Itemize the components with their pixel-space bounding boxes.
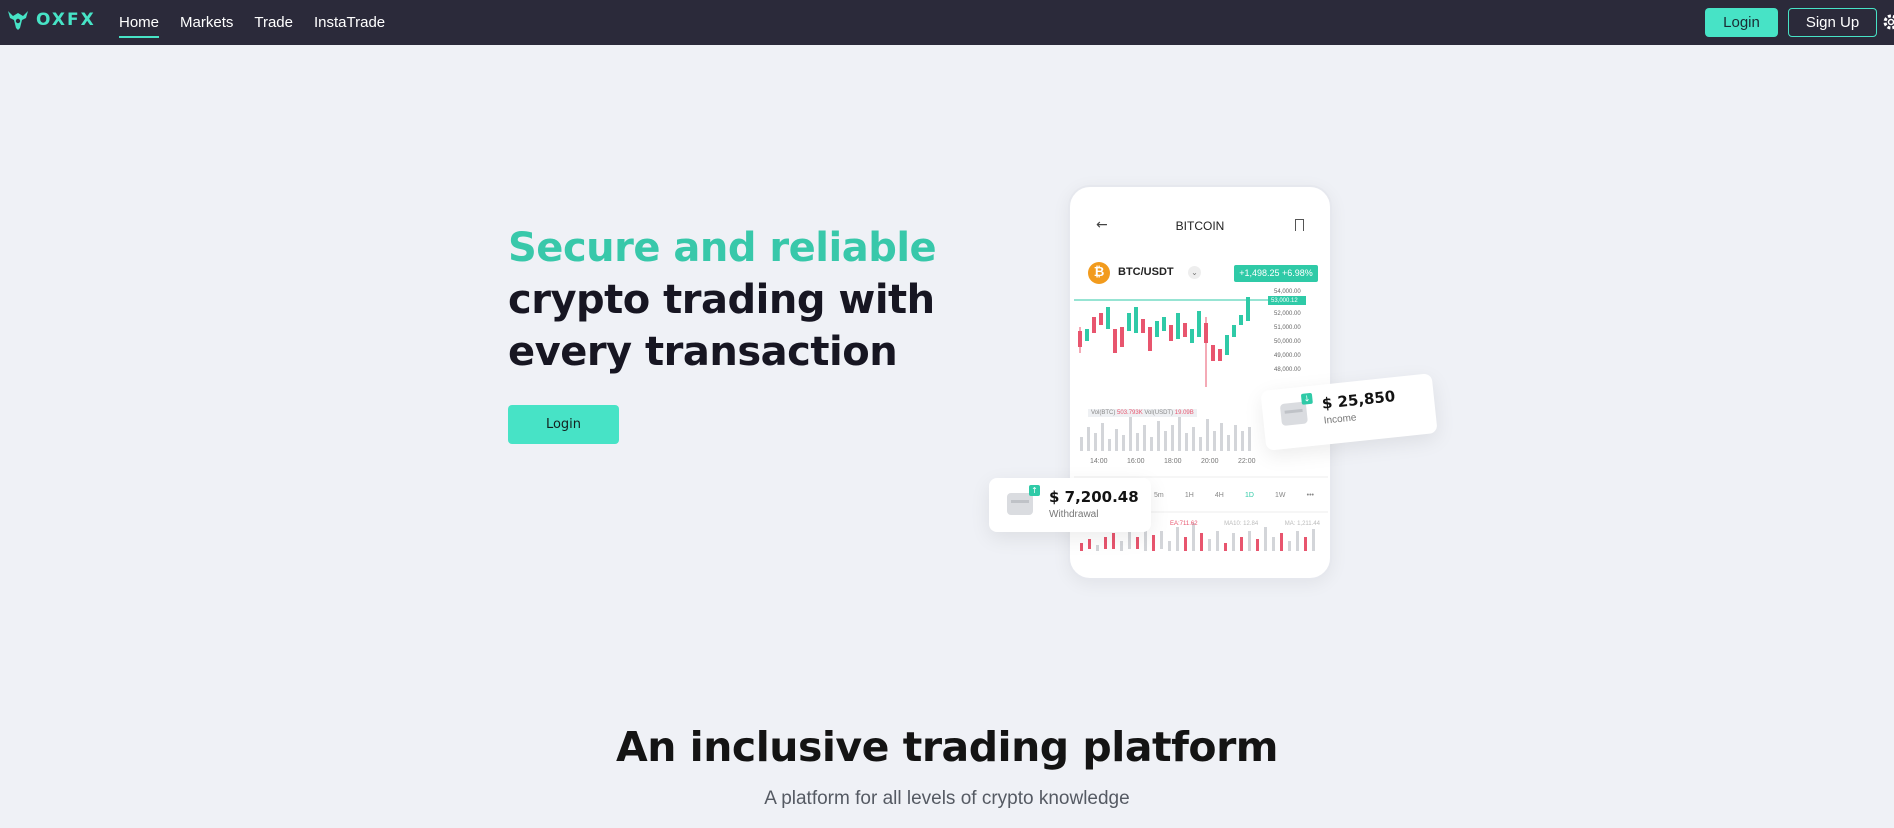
time-label: 14:00 (1090, 458, 1108, 465)
volume-bars (1080, 415, 1251, 451)
more-options-icon[interactable]: ••• (1307, 492, 1314, 499)
time-label: 22:00 (1238, 458, 1256, 465)
income-label: Income (1323, 412, 1358, 427)
interval-option[interactable]: 5m (1154, 492, 1164, 499)
income-amount: $ 25,850 (1321, 387, 1397, 413)
interval-option[interactable]: 1H (1185, 492, 1194, 499)
hero-title-line2: crypto trading with (508, 277, 935, 323)
section-subtitle: A platform for all levels of crypto know… (764, 788, 1130, 809)
svg-text:53,000.12: 53,000.12 (1271, 298, 1298, 304)
wallet-icon: ↓ (1279, 392, 1313, 427)
svg-text:51,000.00: 51,000.00 (1274, 325, 1301, 331)
wallet-icon: ↑ (1007, 485, 1040, 515)
gear-icon[interactable] (1881, 12, 1894, 32)
price-change-badge: +1,498.25 +6.98% (1234, 265, 1318, 282)
volume-row: Vol(BTC) 503.793K Vol(USDT) 19.09B (1088, 409, 1197, 417)
bitcoin-icon: ₿ (1088, 262, 1110, 284)
nav-markets[interactable]: Markets (180, 0, 233, 45)
hero-title-accent: Secure and reliable (508, 225, 937, 271)
withdrawal-card: ↑ $ 7,200.48 Withdrawal (989, 478, 1151, 532)
time-label: 18:00 (1164, 458, 1182, 465)
chevron-down-icon: ⌄ (1188, 266, 1201, 279)
pair-row: ₿ BTC/USDT ⌄ +1,498.25 +6.98% (1088, 262, 1318, 286)
hero-title: Secure and reliable crypto trading with … (508, 222, 968, 378)
time-label: 20:00 (1201, 458, 1219, 465)
top-navbar: OXFX Home Markets Trade InstaTrade Login… (0, 0, 1894, 45)
nav-signup-button[interactable]: Sign Up (1788, 8, 1877, 37)
nav-trade[interactable]: Trade (254, 0, 293, 45)
svg-text:48,000.00: 48,000.00 (1274, 367, 1301, 373)
svg-text:54,000.00: 54,000.00 (1274, 289, 1301, 295)
svg-text:52,000.00: 52,000.00 (1274, 311, 1301, 317)
withdrawal-label: Withdrawal (1049, 509, 1099, 520)
svg-text:49,000.00: 49,000.00 (1274, 353, 1301, 359)
pair-label: BTC/USDT (1118, 266, 1174, 278)
brand-logo[interactable]: OXFX (6, 8, 96, 32)
phone-title: BITCOIN (1175, 219, 1225, 233)
brand-name: OXFX (36, 10, 96, 30)
price-axis: 54,000.00 53,000.12 52,000.00 51,000.00 … (1271, 289, 1301, 373)
hero-title-line3: every transaction (508, 329, 898, 375)
interval-option-active[interactable]: 1D (1245, 492, 1254, 499)
candles (1078, 297, 1250, 387)
interval-option[interactable]: 4H (1215, 492, 1224, 499)
withdrawal-amount: $ 7,200.48 (1049, 488, 1139, 506)
main-nav: Home Markets Trade InstaTrade (119, 0, 406, 45)
bull-logo-icon (8, 11, 28, 30)
nav-home[interactable]: Home (119, 0, 160, 45)
section-title: An inclusive trading platform (615, 723, 1279, 771)
interval-selector: 5m 1H 4H 1D 1W ••• (1154, 492, 1314, 499)
svg-text:50,000.00: 50,000.00 (1274, 339, 1301, 345)
nav-instatrade[interactable]: InstaTrade (314, 0, 385, 45)
bookmark-icon (1295, 219, 1304, 231)
phone-header: ← BITCOIN (1070, 217, 1330, 237)
nav-login-button[interactable]: Login (1705, 8, 1778, 37)
indicator-row: EA:711.62 MA10: 12.84 MA: 1,211.44 (1170, 521, 1320, 527)
arrow-down-icon: ↓ (1300, 392, 1313, 405)
time-label: 16:00 (1127, 458, 1145, 465)
interval-option[interactable]: 1W (1275, 492, 1286, 499)
hero-login-button[interactable]: Login (508, 405, 619, 444)
arrow-up-icon: ↑ (1029, 485, 1040, 496)
